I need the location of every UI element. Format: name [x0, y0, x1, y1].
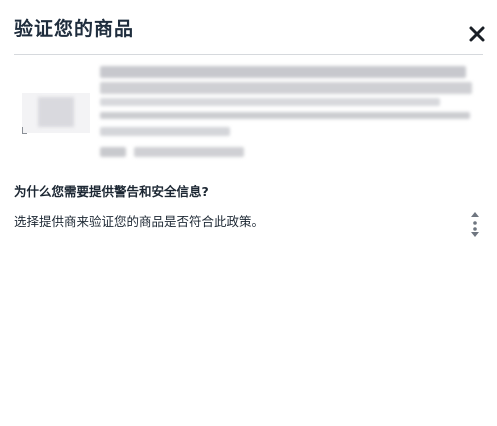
close-icon[interactable]: [467, 24, 487, 44]
dialog-title: 验证您的商品: [14, 18, 135, 40]
header-divider: [14, 54, 483, 55]
verify-product-dialog: 验证您的商品 为什么您需要提供警告和安全信息? 选择提供商来验证您的商品是否符合…: [0, 0, 497, 426]
product-image: [38, 97, 74, 127]
warning-info-heading: 为什么您需要提供警告和安全信息?: [14, 184, 209, 199]
scroll-handle-icon[interactable]: [468, 210, 482, 238]
product-thumbnail: [22, 93, 90, 134]
warning-info-description: 选择提供商来验证您的商品是否符合此政策。: [14, 214, 265, 229]
